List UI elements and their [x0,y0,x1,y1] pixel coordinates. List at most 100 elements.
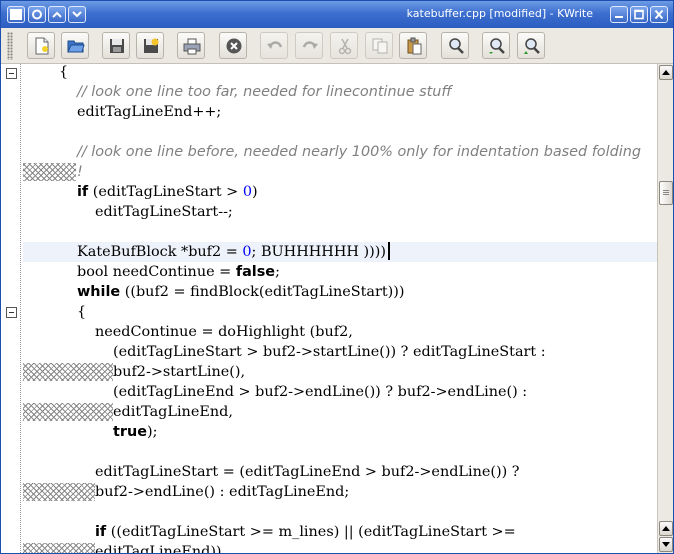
code-editor[interactable]: { // look one line too far, needed for l… [1,64,673,553]
code-line: // look one line before, needed nearly 1… [23,142,657,162]
arrow-down-icon [662,542,670,547]
code-text: (editTagLineStart > buf2->startLine()) ?… [113,344,546,360]
code-text: ((buf2 = findBlock(editTagLineStart))) [120,284,405,300]
current-line: KateBufBlock *buf2 = 0; BUHHHHHH )))) [23,242,657,262]
sticky-icon [32,9,42,20]
code-text: if ((editTagLineStart >= m_lines) || (ed… [95,522,516,542]
open-button[interactable] [61,32,89,59]
save-button[interactable] [102,32,130,59]
code-line: // look one line too far, needed for lin… [23,82,657,102]
toolbar-grip[interactable] [7,32,13,60]
code-text: editTagLineEnd)) [95,544,222,553]
folder-open-icon [67,40,85,53]
find-previous-button[interactable] [517,32,545,59]
code-text: ; BUHHHHHH )))) [251,244,386,260]
title-bar[interactable]: katebuffer.cpp [modified] - KWrite [1,1,673,28]
code-line: { [23,302,657,322]
maximize-button[interactable] [630,6,648,23]
folding-gutter[interactable] [1,64,21,553]
code-text: editTagLineStart--; [95,204,233,220]
find-button[interactable] [441,32,469,59]
keep-below-button[interactable] [68,6,86,23]
floppy-disk-icon [110,39,124,53]
scroll-down-button[interactable] [659,537,673,552]
keyword-text: while [77,284,121,300]
copy-icon [372,38,388,54]
clipboard-icon [407,37,422,55]
cut-button[interactable] [330,32,358,59]
wrap-indicator [23,163,76,181]
code-text: while ((buf2 = findBlock(editTagLineStar… [77,282,405,302]
code-text: bool needContinue = false; [77,262,280,282]
close-icon [654,9,664,20]
code-line: while ((buf2 = findBlock(editTagLineStar… [23,282,657,302]
scroll-up-button[interactable] [659,65,673,80]
wrap-indicator [23,403,113,421]
scroll-up-button-lower[interactable] [659,521,673,536]
code-line: needContinue = doHighlight (buf2, [23,322,657,342]
code-text: buf2->startLine(), [113,364,246,380]
redo-button[interactable] [295,32,323,59]
magnifier-next-icon [489,38,505,54]
code-text: ); [146,424,158,440]
keyword-text: false [235,264,276,280]
scrollbar-thumb[interactable] [659,181,673,205]
vertical-scrollbar[interactable] [657,64,673,553]
code-area[interactable]: { // look one line too far, needed for l… [23,64,657,553]
wrap-indicator [23,363,113,381]
copy-button[interactable] [365,32,393,59]
close-circle-icon [226,38,242,54]
chevron-up-icon [52,11,62,18]
scissors-icon [338,38,352,55]
code-line: editTagLineEnd)) [23,542,657,553]
code-line: if (editTagLineStart > 0) [23,182,657,202]
code-line: (editTagLineStart > buf2->startLine()) ?… [23,342,657,362]
text-cursor [387,242,390,260]
code-line: ! [23,162,657,182]
close-button[interactable] [650,6,668,23]
undo-icon [267,41,283,49]
sticky-button[interactable] [28,6,46,23]
keyword-text: if [77,184,89,200]
code-text: needContinue = doHighlight (buf2, [95,324,353,340]
code-text: ((editTagLineStart >= m_lines) || (editT… [106,524,516,540]
code-text: editTagLineEnd, [113,404,233,420]
fold-marker[interactable] [6,307,17,318]
code-line: true); [23,422,657,442]
find-next-button[interactable] [482,32,510,59]
code-text: buf2->endLine() : editTagLineEnd; [95,484,350,500]
comment-text: // look one line too far, needed for lin… [77,84,452,100]
paste-button[interactable] [399,32,427,59]
undo-button[interactable] [260,32,288,59]
code-text: true); [113,422,157,442]
code-text: ) [251,184,258,200]
code-text: (editTagLineStart > [88,184,243,200]
window-icon [10,9,22,20]
code-line: (editTagLineEnd > buf2->endLine()) ? buf… [23,382,657,402]
window-menu-button[interactable] [7,6,25,23]
code-line: editTagLineEnd++; [23,102,657,122]
code-text: KateBufBlock *buf2 = 0; BUHHHHHH )))) [77,242,390,262]
code-text: ; [275,264,280,280]
code-line: editTagLineEnd, [23,402,657,422]
keep-above-button[interactable] [48,6,66,23]
close-document-button[interactable] [219,32,247,59]
chevron-down-icon [72,11,82,18]
new-document-button[interactable] [27,32,55,59]
arrow-up-icon [662,526,670,531]
print-button[interactable] [177,32,205,59]
code-text: editTagLineStart = (editTagLineEnd > buf… [95,464,520,480]
main-toolbar [1,28,673,64]
code-text: if (editTagLineStart > 0) [77,182,258,202]
fold-marker[interactable] [6,68,17,79]
number-text: 0 [242,244,252,260]
code-text: bool needContinue = [77,264,236,280]
code-text: KateBufBlock *buf2 = [77,244,243,260]
comment-text: ! [77,164,83,180]
code-line: if ((editTagLineStart >= m_lines) || (ed… [23,522,657,542]
minimize-button[interactable] [610,6,628,23]
save-as-button[interactable] [136,32,164,59]
